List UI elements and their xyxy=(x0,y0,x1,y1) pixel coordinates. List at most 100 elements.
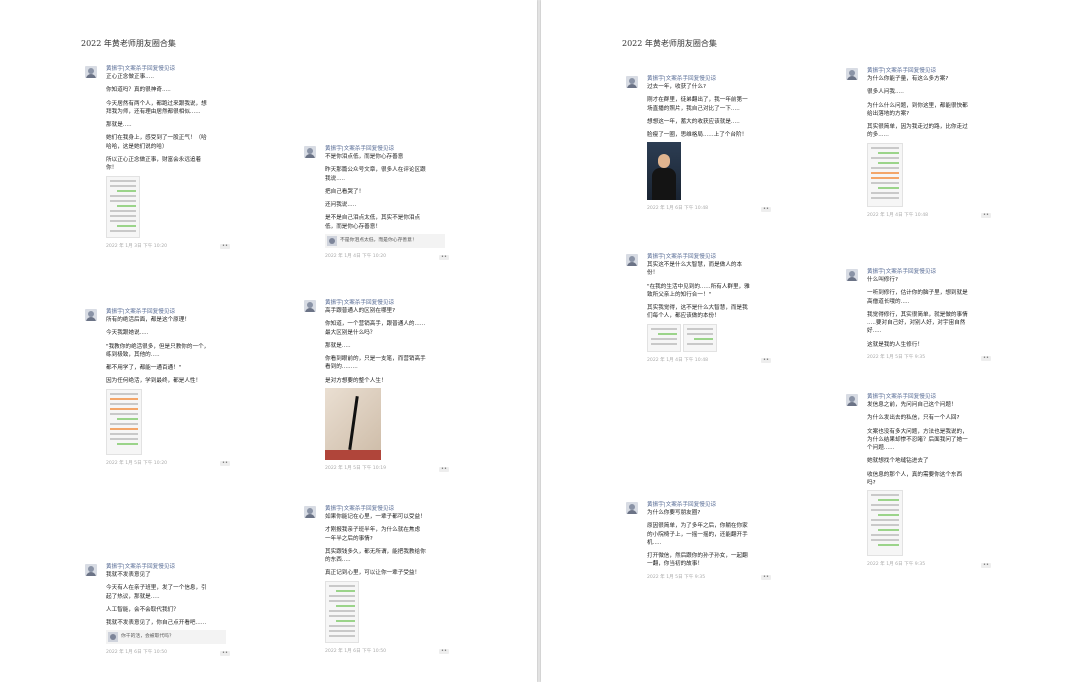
chat-screenshot-image[interactable] xyxy=(325,580,359,643)
post-line: 文案也没有多大问题，方法也是我说的， xyxy=(867,428,968,435)
post-line: 为什么什么问题，到你这里，都能很快都 xyxy=(867,102,968,109)
post-line: 人工智能，会不会取代我们？ xyxy=(106,606,179,613)
more-options-icon[interactable]: •• xyxy=(439,254,449,260)
post-author[interactable]: 黄振宇|文案杀手回复慢见谅 xyxy=(325,506,449,513)
chat-screenshot-image[interactable] xyxy=(867,142,903,207)
post-line: .....要对自己好，对别人好，对宇宙自然 xyxy=(867,320,966,327)
more-options-icon[interactable]: •• xyxy=(220,244,230,250)
avatar[interactable] xyxy=(304,146,316,158)
chat-screenshot-image[interactable] xyxy=(647,323,681,352)
post-line: 那就是..... xyxy=(325,342,351,349)
post-line: 把自己看哭了！ xyxy=(325,188,365,195)
post-timestamp: 2022 年 1月 5日 下午 10:20 xyxy=(106,460,168,466)
post-line: 高僧道长哦的..... xyxy=(867,298,910,305)
shared-link-card[interactable]: 你干的活，会被取代吗？ xyxy=(106,630,226,645)
avatar[interactable] xyxy=(304,300,316,312)
avatar[interactable] xyxy=(304,506,316,518)
post-author[interactable]: 黄振宇|文案杀手回复慢见谅 xyxy=(867,394,991,401)
post-line: 的小院椅子上，一摇一摇的，还能翻开手 xyxy=(647,531,748,538)
chat-screenshot-image[interactable] xyxy=(683,323,717,352)
more-options-icon[interactable]: •• xyxy=(220,461,230,467)
post-line: 昨天那篇公众号文章，很多人在评论区跟 xyxy=(325,167,426,174)
moment-post: 黄振宇|文案杀手回复慢见谅 发信息之前，先问问自己这个问题！ 为什么发出去的私信，… xyxy=(846,394,991,570)
more-options-icon[interactable]: •• xyxy=(761,358,771,364)
post-line: 不是你泪点低，而是你心存善意 xyxy=(325,154,404,160)
post-timestamp: 2022 年 1月 3日 下午 10:20 xyxy=(106,243,168,249)
moment-post: 黄振宇|文案杀手回复慢见谅 为什么你要写朋友圈? 原因很简单，为了多年之后，你躺在… xyxy=(626,502,771,582)
avatar[interactable] xyxy=(85,66,97,78)
more-options-icon[interactable]: •• xyxy=(981,355,991,361)
chat-screenshot-image[interactable] xyxy=(106,175,140,238)
post-timestamp: 2022 年 1月 4日 下午 10:48 xyxy=(647,357,709,363)
post-timestamp: 2022 年 1月 4日 下午 10:48 xyxy=(867,212,929,218)
post-line: 吗? xyxy=(867,480,876,487)
post-author[interactable]: 黄振宇|文案杀手回复慢见谅 xyxy=(647,502,771,509)
post-timestamp: 2022 年 1月 5日 下午 10:19 xyxy=(325,466,387,472)
post-author[interactable]: 黄振宇|文案杀手回复慢见谅 xyxy=(106,309,230,316)
post-line: 你看到眼前的，只是一支笔，而营销高手 xyxy=(325,356,426,363)
more-options-icon[interactable]: •• xyxy=(981,563,991,569)
more-options-icon[interactable]: •• xyxy=(761,207,771,213)
post-line: 的多...... xyxy=(867,132,889,139)
post-line: 今天有人在亲子班里，发了一个信息，引 xyxy=(106,585,207,592)
post-line: 场直播的照片，我自己对比了一下..... xyxy=(647,105,740,112)
avatar[interactable] xyxy=(85,564,97,576)
post-author[interactable]: 黄振宇|文案杀手回复慢见谅 xyxy=(647,76,771,83)
post-line: 都不用学了，都能一通百通！" xyxy=(106,365,182,372)
post-line: 一听到修行，估计你的脑子里，想到就是 xyxy=(867,290,968,297)
post-author[interactable]: 黄振宇|文案杀手回复慢见谅 xyxy=(867,68,991,75)
post-line: 一年半之后的事情? xyxy=(325,535,373,542)
post-line: 其实很简单，因为我走过的路，比你走过 xyxy=(867,124,968,131)
post-line: 刚才在群里，徒弟翻出了，我一年前第一 xyxy=(647,97,748,104)
more-options-icon[interactable]: •• xyxy=(220,651,230,657)
post-line: 个问题...... xyxy=(867,445,895,452)
post-author[interactable]: 黄振宇|文案杀手回复慢见谅 xyxy=(647,254,771,261)
post-line: 想想这一年，蓄大的收获应该就是..... xyxy=(647,118,740,125)
post-text: 所有的绝活后面，都是这个原理！ 今天我跟她说..... "我教你的绝活很多，但是只教… xyxy=(106,316,230,386)
portrait-photo-image[interactable] xyxy=(647,142,681,201)
page-title: 2022 年黄老师朋友圈合集 xyxy=(81,39,176,48)
post-author[interactable]: 黄振宇|文案杀手回复慢见谅 xyxy=(867,269,991,276)
post-line: 发信息之前，先问问自己这个问题！ xyxy=(867,402,957,408)
post-line: 是不是自己泪点太低，其实不是你泪点 xyxy=(325,215,421,222)
moment-post: 黄振宇|文案杀手回复慢见谅 不是你泪点低，而是你心存善意昨天那篇公众号文章，很多… xyxy=(304,146,449,261)
post-author[interactable]: 黄振宇|文案杀手回复慢见谅 xyxy=(325,300,449,307)
post-line: 这就是我的人生修行！ xyxy=(867,341,923,348)
avatar[interactable] xyxy=(846,394,858,406)
post-line: 低，而是你心存善意！ xyxy=(325,223,381,230)
post-text: 不是你泪点低，而是你心存善意 昨天那篇公众号文章，很多人在评论区跟 我说..... 把… xyxy=(325,153,449,231)
post-text: 为什么你能子量，有这么多方案? 很多人问我..... 为什么什么问题，到你这里，都能… xyxy=(867,75,991,140)
shared-link-title: 你干的活，会被取代吗？ xyxy=(121,634,174,640)
avatar[interactable] xyxy=(85,309,97,321)
post-text: 正心正念做正事..... 你知道吗？真的很神奇..... 今天居然有两个人，都跑过来… xyxy=(106,73,230,173)
pen-photo-image[interactable] xyxy=(325,388,381,461)
moment-post: 黄振宇|文案杀手回复慢见谅 什么叫修行? 一听到修行，估计你的脑子里，想到就是 高僧… xyxy=(846,269,991,362)
avatar[interactable] xyxy=(846,269,858,281)
chat-screenshot-image[interactable] xyxy=(867,490,903,557)
post-line: "在我的生活中见到的......所有人群里，雅 xyxy=(647,283,750,290)
more-options-icon[interactable]: •• xyxy=(439,649,449,655)
avatar[interactable] xyxy=(626,254,638,266)
chat-screenshot-image[interactable] xyxy=(106,388,142,455)
avatar[interactable] xyxy=(626,502,638,514)
moment-post: 黄振宇|文案杀手回复慢见谅 正心正念做正事..... 你知道吗？真的很神奇....… xyxy=(85,66,230,251)
more-options-icon[interactable]: •• xyxy=(439,466,449,472)
post-line: 为什么发出去的私信，只有一个人回? xyxy=(867,415,960,422)
post-line: 为什么结果却惨不忍睹？后面我问了她一 xyxy=(867,436,968,443)
avatar[interactable] xyxy=(846,68,858,80)
post-line: 份！ xyxy=(647,270,659,277)
post-line: 哈哈，这是她们说的哈） xyxy=(106,143,168,150)
more-options-icon[interactable]: •• xyxy=(761,575,771,581)
post-author[interactable]: 黄振宇|文案杀手回复慢见谅 xyxy=(325,146,449,153)
post-timestamp: 2022 年 1月 5日 下午 9:35 xyxy=(647,574,706,580)
more-options-icon[interactable]: •• xyxy=(981,213,991,219)
post-author[interactable]: 黄振宇|文案杀手回复慢见谅 xyxy=(106,564,230,571)
post-author[interactable]: 黄振宇|文案杀手回复慢见谅 xyxy=(106,66,230,73)
post-line: 拜我为师，还有理由居然都很相似...... xyxy=(106,108,201,115)
post-line: 什么叫修行? xyxy=(867,277,898,283)
avatar[interactable] xyxy=(626,76,638,88)
post-line: 很多人问我..... xyxy=(867,89,904,96)
shared-link-card[interactable]: 不是你泪点太低，而是你心存善意！ xyxy=(325,234,445,249)
post-line: 看到的......... xyxy=(325,364,358,371)
post-line: 练到极致，其他的..... xyxy=(106,351,160,358)
